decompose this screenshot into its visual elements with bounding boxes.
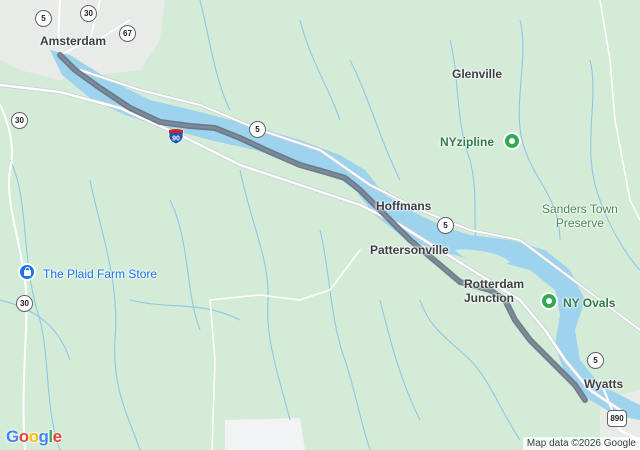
place-label-amsterdam[interactable]: Amsterdam bbox=[40, 34, 106, 48]
poi-label-plaid-farm-store[interactable]: The Plaid Farm Store bbox=[43, 267, 157, 281]
google-logo: Google bbox=[6, 427, 62, 447]
pin-dot-icon bbox=[509, 138, 515, 144]
place-label-junction: Junction bbox=[464, 291, 514, 305]
park-label-line-2: Preserve bbox=[555, 216, 604, 230]
route-30-shield-icon: 30 bbox=[80, 5, 97, 22]
pin-dot-icon bbox=[546, 298, 552, 304]
place-label-rotterdam: Rotterdam bbox=[464, 277, 525, 291]
poi-label-nyzipline[interactable]: NYzipline bbox=[440, 135, 494, 149]
logo-letter: g bbox=[38, 427, 49, 446]
route-5-shield-icon: 5 bbox=[437, 217, 454, 234]
route-5-shield-icon: 5 bbox=[587, 352, 604, 369]
logo-letter: e bbox=[52, 427, 62, 446]
shopping-bag-icon bbox=[23, 267, 31, 276]
ny-ovals-marker-icon[interactable] bbox=[540, 292, 558, 310]
park-label-line-1: Sanders Town bbox=[542, 202, 618, 216]
nyzipline-marker-icon[interactable] bbox=[503, 132, 521, 150]
route-67-shield-icon: 67 bbox=[119, 25, 136, 42]
poi-label-ny-ovals[interactable]: NY Ovals bbox=[563, 296, 615, 310]
cleared-area bbox=[225, 418, 305, 450]
logo-letter: G bbox=[6, 427, 19, 446]
route-5-shield-icon: 5 bbox=[249, 121, 266, 138]
route-890-shield-icon: 890 bbox=[607, 410, 627, 427]
map-canvas[interactable]: Amsterdam Glenville Hoffmans Pattersonvi… bbox=[0, 0, 640, 450]
route-5-shield-icon: 5 bbox=[35, 10, 52, 27]
route-30-shield-icon: 30 bbox=[16, 295, 33, 312]
shopping-bag-marker-icon[interactable] bbox=[18, 263, 36, 281]
map-attribution[interactable]: Map data ©2026 Google bbox=[522, 437, 640, 450]
place-label-glenville[interactable]: Glenville bbox=[452, 67, 502, 81]
place-label-hoffmans[interactable]: Hoffmans bbox=[376, 199, 431, 213]
place-label-rotterdam-junction[interactable]: Rotterdam Junction bbox=[464, 277, 524, 305]
route-30-shield-icon: 30 bbox=[11, 112, 28, 129]
interstate-90-shield-icon: 90 bbox=[168, 128, 184, 144]
place-label-pattersonville[interactable]: Pattersonville bbox=[370, 243, 449, 257]
place-label-wyatts[interactable]: Wyatts bbox=[584, 377, 623, 391]
poi-label-sanders-town-preserve[interactable]: Sanders Town Preserve bbox=[542, 202, 618, 230]
interstate-90-label: 90 bbox=[172, 136, 180, 143]
logo-letter: o bbox=[18, 427, 29, 446]
logo-letter: o bbox=[28, 427, 39, 446]
